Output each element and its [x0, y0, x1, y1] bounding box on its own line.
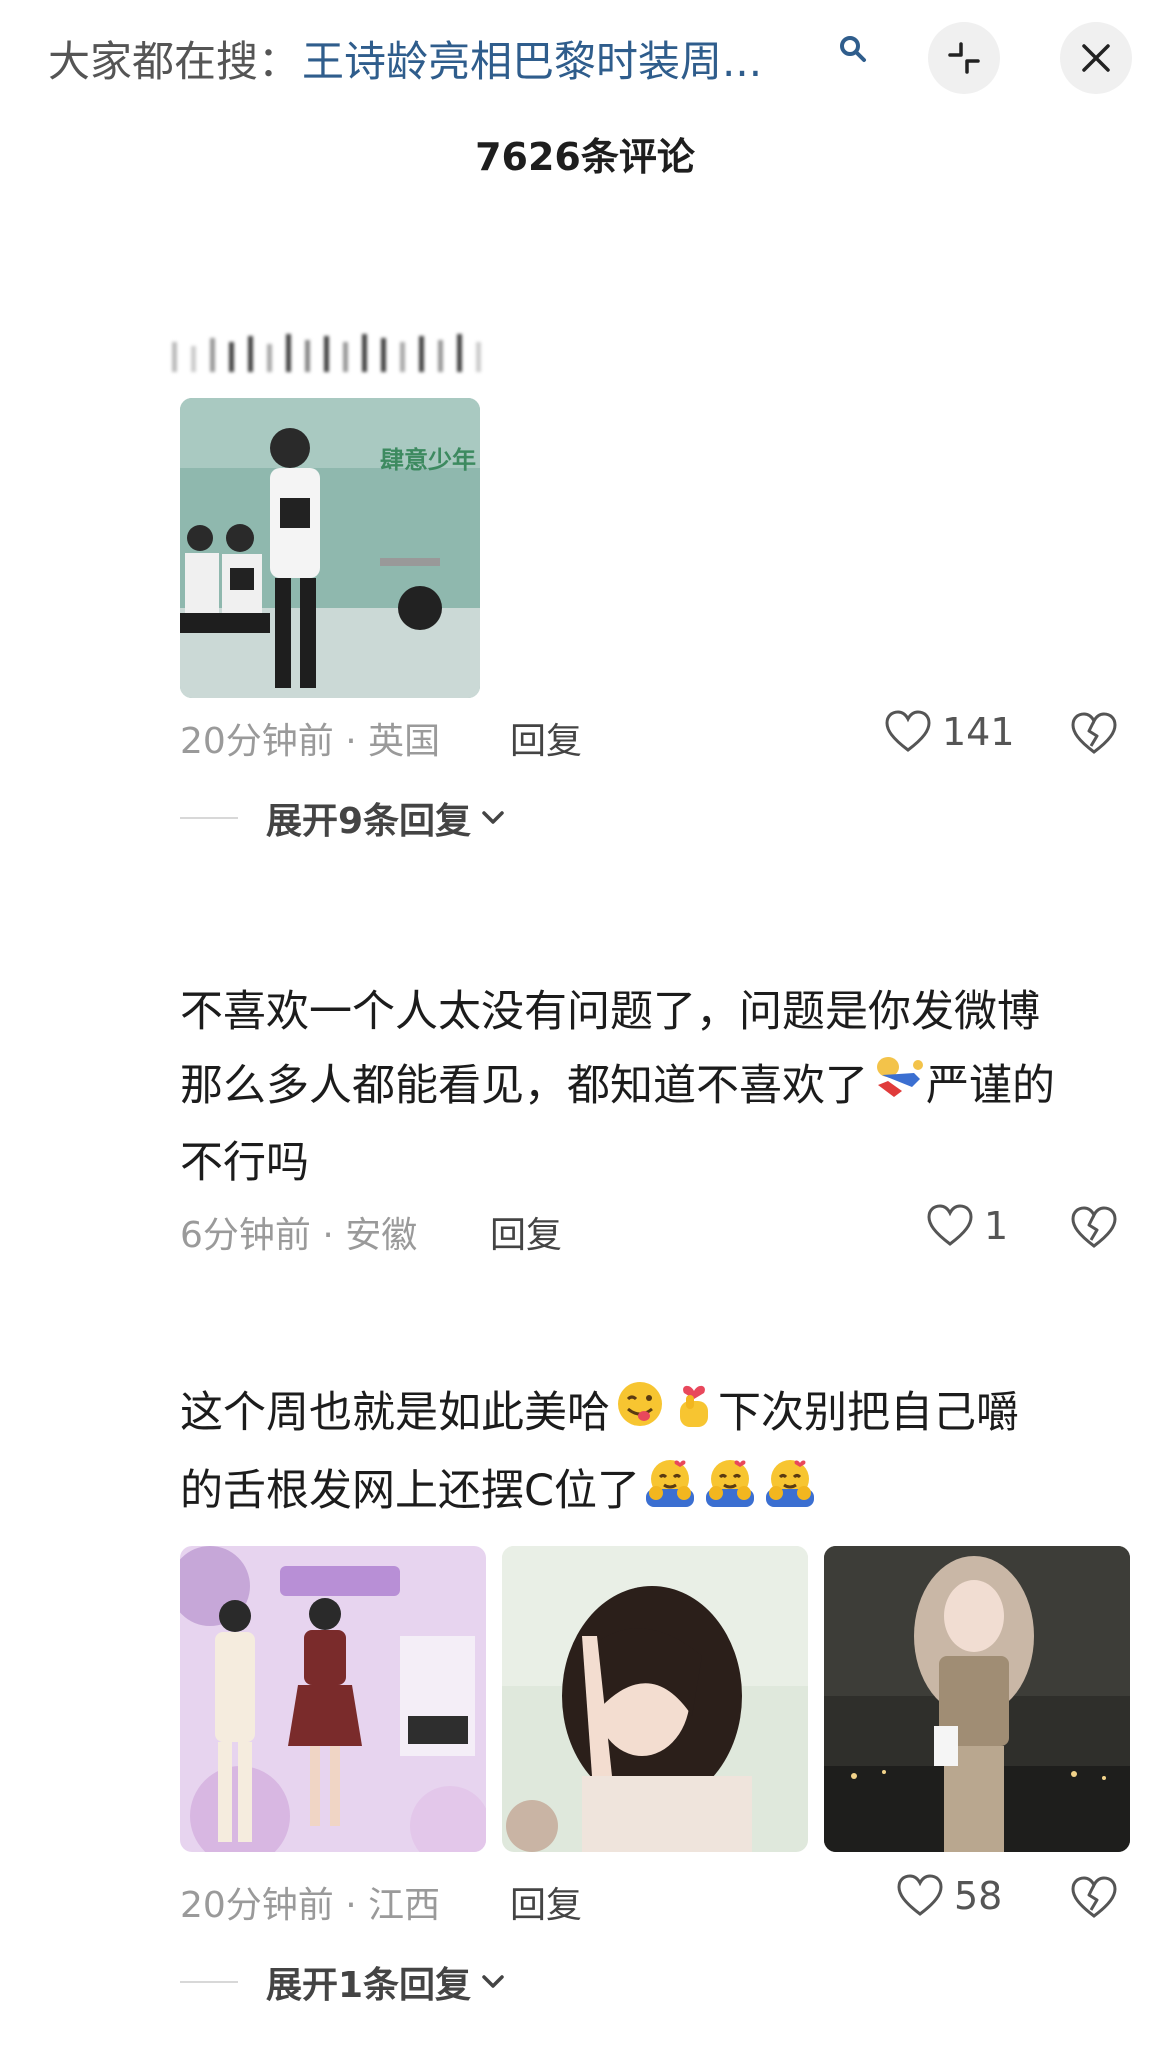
- blurred-username: [172, 328, 632, 372]
- reply-button[interactable]: 回复: [510, 712, 582, 764]
- close-button[interactable]: [1060, 22, 1132, 94]
- comment-line-part: 下次别把自己嚼: [718, 1388, 1019, 1438]
- winking-tongue-emoji: [610, 1377, 670, 1454]
- comment-image[interactable]: [180, 1546, 486, 1852]
- trending-search-term[interactable]: 王诗龄亮相巴黎时装周...: [302, 28, 762, 89]
- reply-button[interactable]: 回复: [490, 1206, 562, 1258]
- collapse-button[interactable]: [928, 22, 1000, 94]
- like-button[interactable]: 141: [884, 710, 1015, 754]
- hugging-emoji: [640, 1455, 700, 1532]
- like-count: 58: [954, 1874, 1003, 1918]
- like-button[interactable]: 58: [896, 1874, 1002, 1918]
- dislike-button[interactable]: [1070, 1206, 1122, 1254]
- comment-time-location: 6分钟前 · 安徽: [180, 1215, 418, 1256]
- hugging-emoji: [760, 1455, 820, 1532]
- finger-heart-emoji: [670, 1377, 718, 1454]
- comment-line-part: 那么多人都能看见，都知道不喜欢了: [180, 1061, 868, 1111]
- comment-text: 不喜欢一个人太没有问题了，问题是你发微博 那么多人都能看见，都知道不喜欢了 严谨的…: [180, 975, 1120, 1200]
- chevron-down-icon: [482, 811, 504, 824]
- dislike-button[interactable]: [1070, 1876, 1122, 1924]
- broken-heart-icon: [1071, 1876, 1117, 1918]
- broken-heart-icon: [1071, 712, 1117, 754]
- comment-image[interactable]: [502, 1546, 808, 1852]
- comment-count: 7626条评论: [475, 135, 695, 179]
- expand-replies-label: 展开1条回复: [266, 1965, 472, 2006]
- expand-replies-button[interactable]: 展开1条回复: [180, 1956, 507, 2008]
- heart-icon: [927, 1204, 973, 1246]
- svg-text:肆意少年: 肆意少年: [380, 446, 476, 474]
- expand-replies-button[interactable]: 展开9条回复: [180, 792, 507, 844]
- comment-line-part: 这个周也就是如此美哈: [180, 1388, 610, 1438]
- comment-line: 不行吗: [180, 1137, 309, 1188]
- comment-line-part: 严谨的: [926, 1061, 1055, 1111]
- divider: [180, 817, 238, 819]
- collapse-icon: [948, 42, 980, 74]
- heart-icon: [885, 710, 931, 752]
- falling-person-emoji: [868, 1052, 926, 1126]
- comment-text: 这个周也就是如此美哈 下次别把自己嚼 的舌根发网上还摆C位了: [180, 1376, 1120, 1532]
- comment-line: 那么多人都能看见，都知道不喜欢了 严谨的: [180, 1049, 1120, 1126]
- divider: [180, 1981, 238, 1983]
- comment-line: 的舌根发网上还摆C位了: [180, 1454, 1120, 1532]
- comment-line: 这个周也就是如此美哈 下次别把自己嚼: [180, 1376, 1120, 1454]
- comment-image[interactable]: 肆意少年: [180, 398, 480, 698]
- trending-search-bar[interactable]: 大家都在搜： 王诗龄亮相巴黎时装周...: [48, 28, 762, 88]
- search-icon[interactable]: [838, 34, 868, 66]
- trending-search-prefix: 大家都在搜：: [48, 36, 301, 86]
- broken-heart-icon: [1071, 1206, 1117, 1248]
- close-icon: [1082, 44, 1110, 72]
- heart-icon: [897, 1874, 943, 1916]
- comment-line-part: 的舌根发网上还摆C位了: [180, 1466, 641, 1516]
- comment-time-location: 20分钟前 · 英国: [180, 721, 441, 762]
- dislike-button[interactable]: [1070, 712, 1122, 760]
- hugging-emoji: [700, 1455, 760, 1532]
- like-button[interactable]: 1: [926, 1204, 1008, 1248]
- like-count: 141: [942, 710, 1015, 754]
- comment-line: 不喜欢一个人太没有问题了，问题是你发微博: [180, 987, 1040, 1037]
- comment-image[interactable]: [824, 1546, 1130, 1852]
- comment-time-location: 20分钟前 · 江西: [180, 1885, 441, 1926]
- reply-button[interactable]: 回复: [510, 1876, 582, 1928]
- like-count: 1: [984, 1204, 1009, 1248]
- expand-replies-label: 展开9条回复: [266, 801, 472, 842]
- chevron-down-icon: [482, 1975, 504, 1988]
